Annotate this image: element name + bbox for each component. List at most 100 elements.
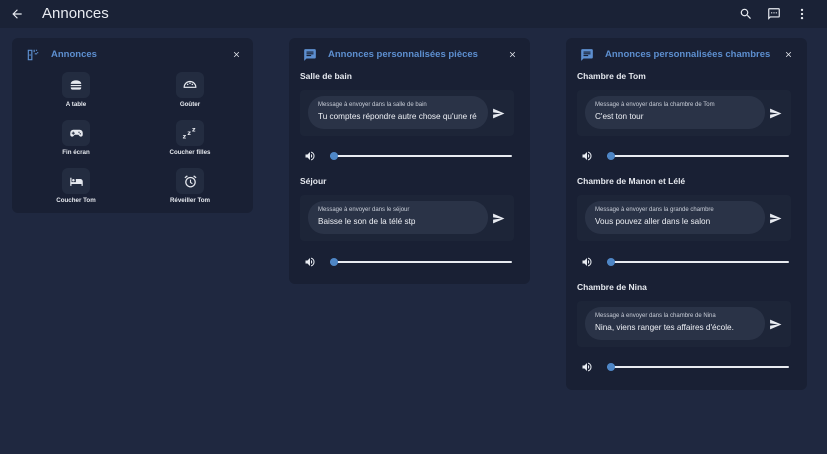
- slider-thumb[interactable]: [330, 152, 338, 160]
- volume-icon: [582, 257, 592, 267]
- send-icon: [769, 108, 781, 118]
- send-button[interactable]: [490, 210, 506, 226]
- send-icon: [769, 213, 781, 223]
- volume-slider[interactable]: [330, 255, 512, 269]
- message-panel: Message à envoyer dans la salle de bain …: [300, 90, 514, 136]
- volume-row: [304, 255, 514, 269]
- scene-icon: [27, 49, 39, 61]
- message-input-label: Message à envoyer dans la salle de bain: [318, 102, 427, 108]
- slider-thumb[interactable]: [607, 258, 615, 266]
- bed-icon: [69, 177, 83, 186]
- volume-slider[interactable]: [330, 149, 512, 163]
- shortcut-label: Goûter: [179, 101, 201, 108]
- card-header: Annonces personnalisées pièces: [289, 38, 530, 68]
- pieces-card: Annonces personnalisées pièces Salle de …: [289, 38, 530, 284]
- volume-row: [581, 255, 791, 269]
- alarm-icon: [184, 174, 196, 187]
- section-title-chambre-nina: Chambre de Nina: [577, 282, 647, 292]
- volume-icon: [582, 362, 592, 372]
- message-input-value: Vous pouvez aller dans le salon: [595, 217, 711, 226]
- arrow-left-icon: [12, 9, 22, 19]
- volume-slider[interactable]: [607, 255, 789, 269]
- send-icon: [769, 319, 781, 329]
- message-input-chambre-nina[interactable]: Message à envoyer dans la chambre de Nin…: [585, 307, 765, 340]
- shortcut-gouter[interactable]: Goûter: [145, 72, 235, 112]
- search-button[interactable]: [737, 5, 755, 23]
- volume-row: [581, 149, 791, 163]
- shortcut-label: Fin écran: [62, 149, 90, 156]
- shortcut-coucher-filles[interactable]: zzz Coucher filles: [145, 120, 235, 160]
- volume-row: [304, 149, 514, 163]
- message-input-value: C'est ton tour: [595, 112, 644, 121]
- message-input-sejour[interactable]: Message à envoyer dans le séjour Baisse …: [308, 201, 488, 234]
- message-input-label: Message à envoyer dans le séjour: [318, 207, 410, 213]
- message-input-chambre-tom[interactable]: Message à envoyer dans la chambre de Tom…: [585, 96, 765, 129]
- message-input-grande-chambre[interactable]: Message à envoyer dans la grande chambre…: [585, 201, 765, 234]
- overflow-menu-button[interactable]: [793, 5, 811, 23]
- annonces-card: Annonces A table Goûter Fin écran zzz Co…: [12, 38, 253, 213]
- message-input-value: Tu comptes répondre autre chose qu'une r…: [318, 112, 477, 121]
- send-icon: [492, 213, 504, 223]
- search-icon: [740, 8, 751, 19]
- volume-icon: [305, 151, 315, 161]
- volume-icon: [582, 151, 592, 161]
- message-input-salle-de-bain[interactable]: Message à envoyer dans la salle de bain …: [308, 96, 488, 129]
- message-panel: Message à envoyer dans la chambre de Tom…: [577, 90, 791, 136]
- close-icon: [233, 51, 239, 57]
- svg-text:z: z: [192, 127, 196, 134]
- top-app-bar: Annonces: [0, 0, 827, 28]
- svg-text:z: z: [183, 133, 187, 140]
- shortcut-label: Coucher Tom: [56, 197, 96, 204]
- shortcut-a-table[interactable]: A table: [31, 72, 121, 112]
- close-button[interactable]: [230, 48, 242, 60]
- gamepad-icon: [69, 129, 83, 137]
- shortcut-label: A table: [65, 101, 87, 108]
- slider-thumb[interactable]: [607, 363, 615, 371]
- close-button[interactable]: [506, 48, 518, 60]
- card-title: Annonces: [51, 49, 97, 60]
- message-icon: [768, 8, 780, 20]
- shortcut-label: Coucher filles: [169, 149, 211, 156]
- volume-icon: [305, 257, 315, 267]
- message-panel: Message à envoyer dans la grande chambre…: [577, 195, 791, 241]
- volume-slider[interactable]: [607, 149, 789, 163]
- assist-button[interactable]: [765, 5, 783, 23]
- chambres-card: Annonces personnalisées chambres Chambre…: [566, 38, 807, 390]
- send-button[interactable]: [490, 105, 506, 121]
- message-input-label: Message à envoyer dans la chambre de Nin…: [595, 313, 716, 319]
- close-icon: [509, 51, 515, 57]
- send-button[interactable]: [767, 316, 783, 332]
- card-title: Annonces personnalisées pièces: [328, 49, 478, 60]
- message-panel: Message à envoyer dans la chambre de Nin…: [577, 301, 791, 347]
- shortcut-label: Réveiller Tom: [169, 197, 211, 204]
- message-panel: Message à envoyer dans le séjour Baisse …: [300, 195, 514, 241]
- back-button[interactable]: [8, 5, 26, 23]
- sleep-icon: zzz: [183, 127, 196, 140]
- card-title: Annonces personnalisées chambres: [605, 49, 771, 60]
- send-button[interactable]: [767, 105, 783, 121]
- card-header: Annonces personnalisées chambres: [566, 38, 807, 68]
- section-title-chambre-tom: Chambre de Tom: [577, 71, 646, 81]
- volume-row: [581, 360, 791, 374]
- section-title-chambre-manon-lele: Chambre de Manon et Lélé: [577, 176, 686, 186]
- slider-thumb[interactable]: [607, 152, 615, 160]
- volume-slider[interactable]: [607, 360, 789, 374]
- shortcut-coucher-tom[interactable]: Coucher Tom: [31, 168, 121, 208]
- message-input-label: Message à envoyer dans la grande chambre: [595, 207, 714, 213]
- close-icon: [785, 51, 791, 57]
- section-title-salle-de-bain: Salle de bain: [300, 71, 352, 81]
- send-button[interactable]: [767, 210, 783, 226]
- message-input-value: Nina, viens ranger tes affaires d'école.: [595, 323, 734, 332]
- close-button[interactable]: [782, 48, 794, 60]
- shortcut-fin-ecran[interactable]: Fin écran: [31, 120, 121, 160]
- cookie-icon: [183, 80, 197, 88]
- slider-thumb[interactable]: [330, 258, 338, 266]
- page-title: Annonces: [42, 5, 109, 22]
- card-header: Annonces: [12, 38, 253, 68]
- message-icon: [304, 49, 316, 61]
- more-vertical-icon: [800, 8, 804, 20]
- message-icon: [581, 49, 593, 61]
- hamburger-icon: [70, 80, 82, 90]
- shortcut-reveiller-tom[interactable]: Réveiller Tom: [145, 168, 235, 208]
- message-input-value: Baisse le son de la télé stp: [318, 217, 416, 226]
